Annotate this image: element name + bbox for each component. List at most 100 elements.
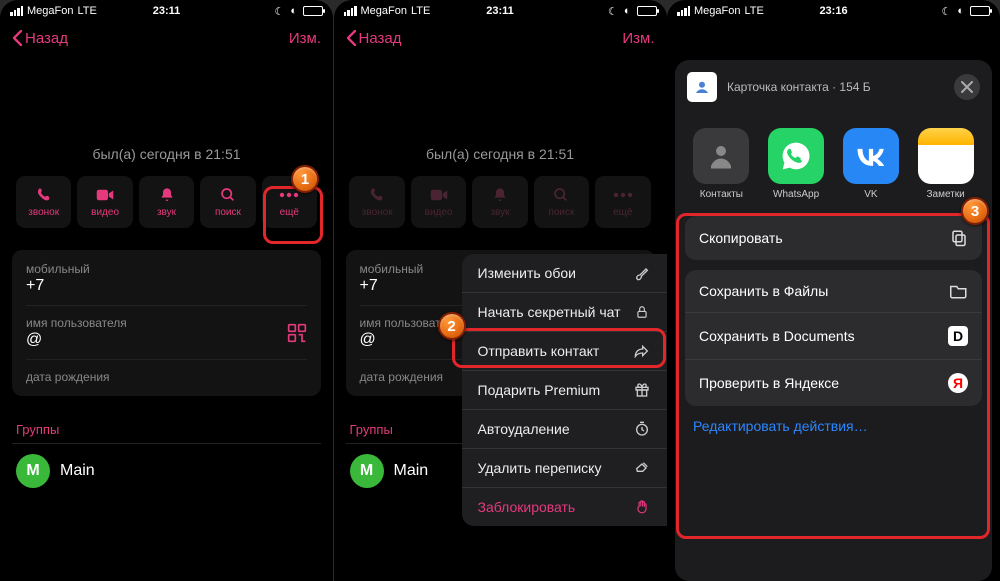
ctx-change-wallpaper[interactable]: Изменить обои: [462, 254, 667, 292]
mute-button[interactable]: звук: [139, 176, 194, 228]
vcard-icon: [687, 72, 717, 102]
magnify-icon: [220, 186, 236, 204]
action-copy[interactable]: Скопировать: [685, 216, 982, 260]
video-label: видео: [425, 207, 453, 218]
navbar: Назад Изм.: [334, 20, 667, 56]
carrier-label: MegaFon: [27, 5, 73, 17]
call-button[interactable]: звонок: [16, 176, 71, 228]
action-save-files[interactable]: Сохранить в Файлы: [685, 270, 982, 312]
share-app-notes[interactable]: Заметки: [917, 128, 974, 200]
group-row-main[interactable]: M Main: [12, 444, 321, 498]
video-button[interactable]: видео: [411, 176, 466, 228]
broom-icon: [633, 460, 651, 476]
group-name: Main: [394, 462, 429, 480]
back-label: Назад: [25, 30, 68, 47]
video-icon: [96, 186, 114, 204]
bell-icon: [159, 186, 175, 204]
video-label: видео: [91, 207, 119, 218]
share-app-vk[interactable]: VK: [843, 128, 900, 200]
carrier-label: MegaFon: [694, 5, 740, 17]
username-value: @: [26, 331, 307, 349]
status-bar: MegaFon LTE 23:11 ☾ ◐: [334, 0, 667, 20]
status-time: 23:11: [153, 5, 181, 17]
username-label: имя пользователя: [26, 316, 307, 330]
mobile-row[interactable]: мобильный +7: [26, 252, 307, 305]
share-app-row: Контакты WhatsApp VK Заметки: [675, 114, 992, 206]
back-button[interactable]: Назад: [12, 30, 68, 47]
action-list-2: Сохранить в Файлы Сохранить в Documents …: [685, 270, 982, 406]
info-card: мобильный +7 имя пользователя @ дата рож…: [12, 250, 321, 396]
notes-label: Заметки: [927, 189, 965, 200]
ctx-autodelete[interactable]: Автоудаление: [462, 409, 667, 448]
birthday-row[interactable]: дата рождения: [26, 359, 307, 394]
close-button[interactable]: [954, 74, 980, 100]
dnd-icon: ☾: [608, 5, 618, 18]
groups-header: Группы: [12, 422, 321, 444]
moon-icon: ◐: [957, 5, 964, 17]
marker-2: 2: [438, 312, 466, 340]
close-icon: [961, 81, 973, 93]
ctx-send-contact-label: Отправить контакт: [478, 343, 600, 359]
edit-button[interactable]: Изм.: [622, 30, 654, 47]
mute-button[interactable]: звук: [472, 176, 527, 228]
mobile-value: +7: [26, 277, 307, 295]
ctx-delete-chat[interactable]: Удалить переписку: [462, 448, 667, 487]
chevron-left-icon: [12, 30, 23, 46]
ctx-send-contact[interactable]: Отправить контакт: [462, 331, 667, 370]
avatar: M: [350, 454, 384, 488]
share-app-contacts[interactable]: Контакты: [693, 128, 750, 200]
video-icon: [430, 186, 448, 204]
folder-icon: [950, 283, 968, 299]
back-button[interactable]: Назад: [346, 30, 402, 47]
group-name: Main: [60, 462, 95, 480]
copy-label: Скопировать: [699, 230, 783, 246]
ctx-wallpaper-label: Изменить обои: [478, 265, 576, 281]
action-check-yandex[interactable]: Проверить в Яндексе Я: [685, 359, 982, 406]
mute-label: звук: [157, 207, 176, 218]
birthday-label: дата рождения: [26, 370, 307, 384]
chevron-left-icon: [346, 30, 357, 46]
documents-icon: D: [948, 326, 968, 346]
status-bar: MegaFon LTE 23:11 ☾ ◐: [0, 0, 333, 20]
battery-icon: [303, 6, 323, 16]
navbar: Назад Изм.: [0, 20, 333, 56]
presence-label: был(а) сегодня в 21:51: [12, 146, 321, 162]
search-button[interactable]: поиск: [200, 176, 255, 228]
moon-icon: ◐: [290, 5, 297, 17]
timer-icon: [633, 421, 651, 437]
yandex-icon: Я: [948, 373, 968, 393]
status-time: 23:11: [486, 5, 514, 17]
sheet-header: Карточка контакта · 154 Б: [675, 60, 992, 114]
edit-button[interactable]: Изм.: [289, 30, 321, 47]
search-label: поиск: [215, 207, 241, 218]
battery-icon: [970, 6, 990, 16]
qr-icon[interactable]: [287, 323, 307, 343]
video-button[interactable]: видео: [77, 176, 132, 228]
share-app-whatsapp[interactable]: WhatsApp: [768, 128, 825, 200]
ctx-gift-premium[interactable]: Подарить Premium: [462, 370, 667, 409]
avatar: M: [16, 454, 50, 488]
mobile-label: мобильный: [26, 262, 307, 276]
action-save-documents[interactable]: Сохранить в Documents D: [685, 312, 982, 359]
call-button[interactable]: звонок: [349, 176, 404, 228]
signal-icon: [677, 6, 690, 16]
whatsapp-icon: [768, 128, 824, 184]
search-button[interactable]: поиск: [534, 176, 589, 228]
more-button[interactable]: ещё: [595, 176, 650, 228]
ctx-block-label: Заблокировать: [478, 499, 576, 515]
marker-1: 1: [291, 165, 319, 193]
gift-icon: [633, 382, 651, 398]
ctx-secret-chat[interactable]: Начать секретный чат: [462, 292, 667, 331]
sheet-title: Карточка контакта · 154 Б: [727, 80, 871, 94]
username-row[interactable]: имя пользователя @: [26, 305, 307, 359]
brush-icon: [633, 265, 651, 281]
contacts-icon: [693, 128, 749, 184]
action-row: звонок видео звук поиск ещё: [12, 176, 321, 228]
notes-icon: [918, 128, 974, 184]
ctx-block[interactable]: Заблокировать: [462, 487, 667, 526]
ctx-gift-label: Подарить Premium: [478, 382, 601, 398]
battery-icon: [637, 6, 657, 16]
status-bar: MegaFon LTE 23:16 ☾ ◐: [667, 0, 1000, 20]
edit-actions-link[interactable]: Редактировать действия…: [675, 406, 992, 440]
mute-label: звук: [490, 207, 509, 218]
